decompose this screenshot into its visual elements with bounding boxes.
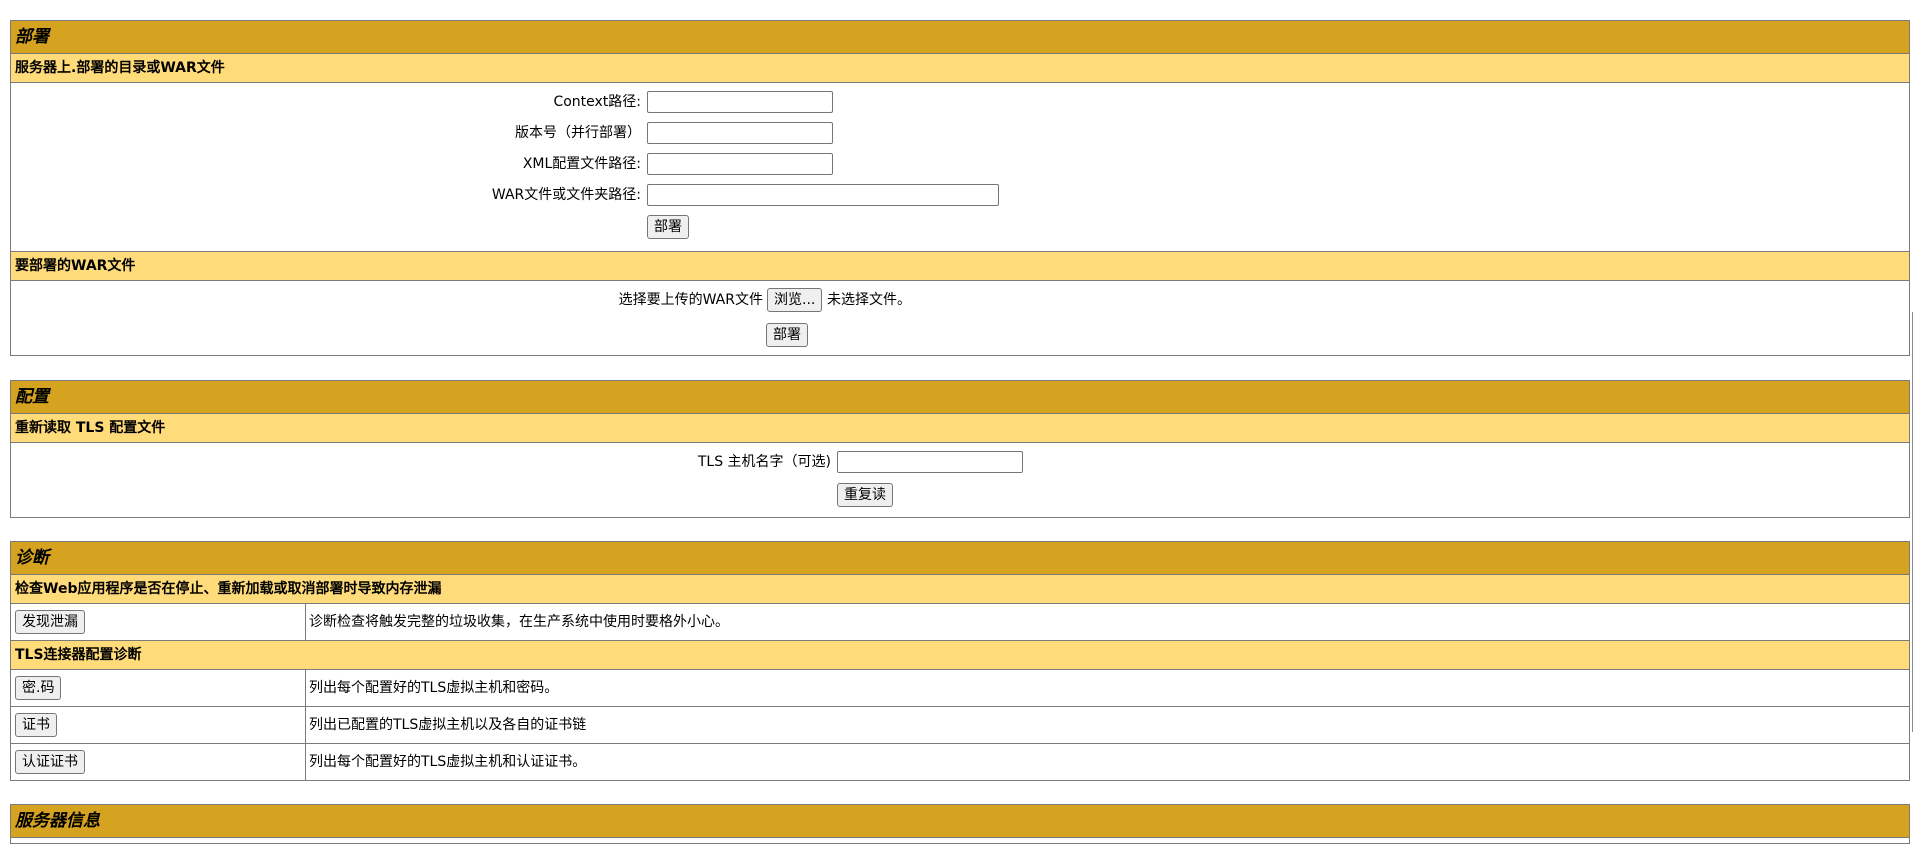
context-path-label: Context路径: (553, 94, 641, 110)
xml-config-label: XML配置文件路径: (522, 156, 641, 172)
deploy-title: 部署 (11, 21, 1909, 54)
upload-war-subtitle: 要部署的WAR文件 (11, 252, 1909, 281)
certificates-description: 列出已配置的TLS虚拟主机以及各自的证书链 (309, 717, 587, 733)
reload-button[interactable]: 重复读 (837, 483, 893, 507)
browse-button[interactable]: 浏览... (767, 288, 823, 312)
version-label: 版本号（并行部署） (515, 125, 641, 141)
leak-description: 诊断检查将触发完整的垃圾收集，在生产系统中使用时要格外小心。 (309, 614, 729, 630)
ciphers-description: 列出每个配置好的TLS虚拟主机和密码。 (309, 680, 559, 696)
find-leaks-button[interactable]: 发现泄漏 (15, 610, 85, 634)
ciphers-button[interactable]: 密.码 (15, 676, 62, 700)
version-input[interactable] (647, 122, 833, 144)
upload-war-label: 选择要上传的WAR文件 (618, 292, 763, 308)
tls-trusted-row: 认证证书 列出每个配置好的TLS虚拟主机和认证证书。 (11, 744, 1909, 780)
leak-row: 发现泄漏 诊断检查将触发完整的垃圾收集，在生产系统中使用时要格外小心。 (11, 604, 1909, 641)
config-title: 配置 (11, 381, 1909, 414)
server-info-section: 服务器信息 (10, 804, 1910, 844)
config-section: 配置 重新读取 TLS 配置文件 TLS 主机名字（可选) 重复读 (10, 380, 1910, 518)
tls-reload-subtitle: 重新读取 TLS 配置文件 (11, 414, 1909, 443)
server-info-title: 服务器信息 (11, 805, 1909, 838)
no-file-text: 未选择文件。 (827, 292, 911, 308)
tls-diag-subtitle: TLS连接器配置诊断 (11, 641, 1909, 670)
trusted-certs-description: 列出每个配置好的TLS虚拟主机和认证证书。 (309, 754, 587, 770)
diagnostics-section: 诊断 检查Web应用程序是否在停止、重新加载或取消部署时导致内存泄漏 发现泄漏 … (10, 541, 1910, 781)
war-path-label: WAR文件或文件夹路径: (491, 187, 641, 203)
upload-deploy-button[interactable]: 部署 (766, 323, 808, 347)
context-path-input[interactable] (647, 91, 833, 113)
leak-button-cell: 发现泄漏 (11, 604, 306, 640)
server-deploy-form: Context路径: 版本号（并行部署） XML配置文件路径: WAR文件或文件… (11, 83, 1909, 252)
xml-config-input[interactable] (647, 153, 833, 175)
leak-subtitle: 检查Web应用程序是否在停止、重新加载或取消部署时导致内存泄漏 (11, 575, 1909, 604)
tls-ciphers-row: 密.码 列出每个配置好的TLS虚拟主机和密码。 (11, 670, 1909, 707)
tls-certs-row: 证书 列出已配置的TLS虚拟主机以及各自的证书链 (11, 707, 1909, 744)
ciphers-button-cell: 密.码 (11, 670, 306, 706)
certificates-button[interactable]: 证书 (15, 713, 57, 737)
tls-reload-form: TLS 主机名字（可选) 重复读 (11, 443, 1909, 517)
tls-host-label: TLS 主机名字（可选) (697, 454, 831, 470)
deploy-section: 部署 服务器上.部署的目录或WAR文件 Context路径: 版本号（并行部署）… (10, 20, 1910, 356)
deploy-button[interactable]: 部署 (647, 215, 689, 239)
trusted-button-cell: 认证证书 (11, 744, 306, 780)
server-deploy-subtitle: 服务器上.部署的目录或WAR文件 (11, 54, 1909, 83)
upload-war-form: 选择要上传的WAR文件 浏览... 未选择文件。 部署 (11, 281, 1909, 357)
war-path-input[interactable] (647, 184, 999, 206)
scrollbar[interactable] (1912, 312, 1913, 732)
trusted-certs-button[interactable]: 认证证书 (15, 750, 85, 774)
tls-host-input[interactable] (837, 451, 1023, 473)
certs-button-cell: 证书 (11, 707, 306, 743)
diagnostics-title: 诊断 (11, 542, 1909, 575)
